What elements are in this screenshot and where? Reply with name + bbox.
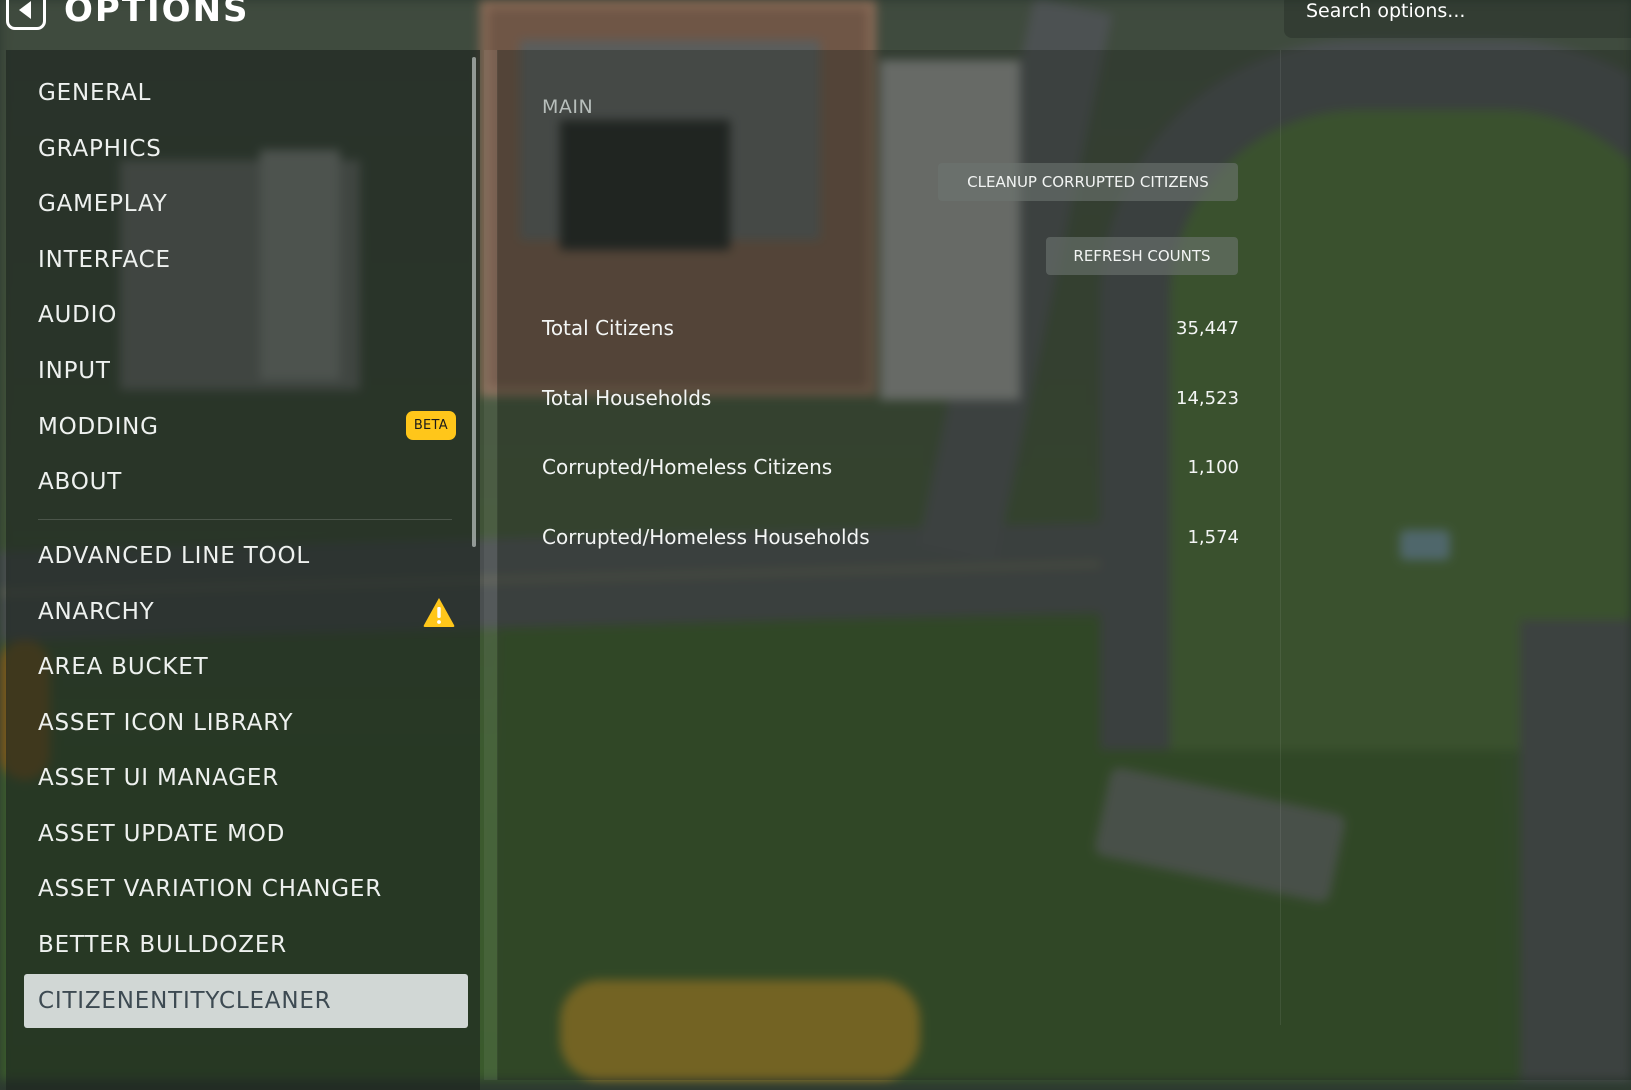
content-edge-divider bbox=[1280, 50, 1281, 1025]
sidebar-item-label: INPUT bbox=[38, 358, 111, 384]
sidebar-item-label: ASSET ICON LIBRARY bbox=[38, 710, 294, 736]
sidebar-divider bbox=[38, 519, 452, 520]
sidebar-item-label: GRAPHICS bbox=[38, 136, 162, 162]
sidebar-item-label: AREA BUCKET bbox=[38, 654, 209, 680]
sidebar-item-modding[interactable]: MODDING BETA bbox=[24, 400, 468, 454]
sidebar-item-label: GENERAL bbox=[38, 80, 152, 106]
cleanup-corrupted-citizens-button[interactable]: CLEANUP CORRUPTED CITIZENS bbox=[938, 163, 1238, 201]
main-panel bbox=[497, 50, 1631, 1080]
sidebar-item-label: ASSET UI MANAGER bbox=[38, 765, 280, 791]
sidebar-item-about[interactable]: ABOUT bbox=[24, 455, 468, 509]
page-title: OPTIONS bbox=[64, 0, 250, 30]
sidebar-item-audio[interactable]: AUDIO bbox=[24, 288, 468, 342]
back-button[interactable] bbox=[6, 0, 46, 30]
stat-label: Total Citizens bbox=[542, 316, 674, 340]
sidebar-item-label: ASSET VARIATION CHANGER bbox=[38, 876, 383, 902]
sidebar-item-area-bucket[interactable]: AREA BUCKET bbox=[24, 640, 468, 694]
stat-value: 35,447 bbox=[1176, 317, 1239, 339]
sidebar-item-label: AUDIO bbox=[38, 302, 118, 328]
sidebar-item-advanced-line-tool[interactable]: ADVANCED LINE TOOL bbox=[24, 529, 468, 583]
stat-label: Corrupted/Homeless Households bbox=[542, 525, 870, 549]
refresh-counts-button[interactable]: REFRESH COUNTS bbox=[1046, 237, 1238, 275]
panel-gutter bbox=[484, 50, 498, 1080]
sidebar-item-label: MODDING bbox=[38, 414, 159, 440]
beta-badge: BETA bbox=[405, 411, 456, 440]
stat-value: 1,100 bbox=[1187, 456, 1239, 478]
sidebar-item-gameplay[interactable]: GAMEPLAY bbox=[24, 177, 468, 231]
back-arrow-icon bbox=[19, 1, 31, 19]
section-title: MAIN bbox=[542, 96, 594, 118]
warning-icon bbox=[423, 598, 455, 627]
sidebar-item-asset-update-mod[interactable]: ASSET UPDATE MOD bbox=[24, 807, 468, 861]
sidebar-item-label: ADVANCED LINE TOOL bbox=[38, 543, 310, 569]
sidebar-item-label: INTERFACE bbox=[38, 247, 171, 273]
sidebar-item-label: ANARCHY bbox=[38, 599, 155, 625]
sidebar-item-label: GAMEPLAY bbox=[38, 191, 168, 217]
sidebar-item-citizenentitycleaner[interactable]: CITIZENENTITYCLEANER bbox=[24, 974, 468, 1028]
stat-value: 1,574 bbox=[1187, 526, 1239, 548]
sidebar-item-general[interactable]: GENERAL bbox=[24, 66, 468, 120]
stat-label: Total Households bbox=[542, 386, 712, 410]
stat-row-corrupted-households: Corrupted/Homeless Households 1,574 bbox=[542, 517, 1239, 557]
sidebar-item-label: ASSET UPDATE MOD bbox=[38, 821, 286, 847]
sidebar-scrollbar[interactable] bbox=[472, 57, 476, 547]
stat-label: Corrupted/Homeless Citizens bbox=[542, 455, 833, 479]
stat-row-total-households: Total Households 14,523 bbox=[542, 378, 1239, 418]
sidebar-item-label: CITIZENENTITYCLEANER bbox=[38, 988, 332, 1014]
stat-row-corrupted-citizens: Corrupted/Homeless Citizens 1,100 bbox=[542, 447, 1239, 487]
sidebar-item-asset-variation-changer[interactable]: ASSET VARIATION CHANGER bbox=[24, 862, 468, 916]
stat-value: 14,523 bbox=[1176, 387, 1239, 409]
sidebar-item-asset-ui-manager[interactable]: ASSET UI MANAGER bbox=[24, 751, 468, 805]
sidebar-item-label: ABOUT bbox=[38, 469, 123, 495]
sidebar-item-input[interactable]: INPUT bbox=[24, 344, 468, 398]
sidebar-item-asset-icon-library[interactable]: ASSET ICON LIBRARY bbox=[24, 696, 468, 750]
search-input[interactable] bbox=[1306, 0, 1606, 26]
sidebar-item-graphics[interactable]: GRAPHICS bbox=[24, 122, 468, 176]
sidebar-item-label: BETTER BULLDOZER bbox=[38, 932, 287, 958]
sidebar-item-better-bulldozer[interactable]: BETTER BULLDOZER bbox=[24, 918, 468, 972]
sidebar-item-anarchy[interactable]: ANARCHY bbox=[24, 585, 468, 639]
sidebar-item-interface[interactable]: INTERFACE bbox=[24, 233, 468, 287]
stat-row-total-citizens: Total Citizens 35,447 bbox=[542, 308, 1239, 348]
